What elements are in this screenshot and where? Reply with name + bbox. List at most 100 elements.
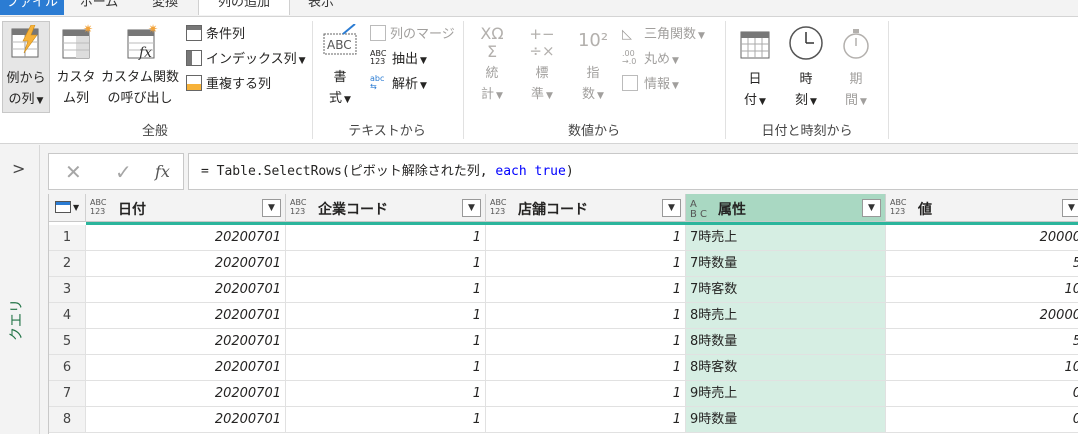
- ribbon-separator: [888, 21, 889, 139]
- table-menu-button[interactable]: ▼: [49, 194, 86, 222]
- column-header-company-code[interactable]: ABC 123 企業コード ▼: [286, 194, 486, 222]
- cell-value[interactable]: 5: [886, 251, 1078, 277]
- queries-panel-label[interactable]: クエリ: [6, 299, 26, 341]
- confirm-icon[interactable]: ✓: [115, 160, 132, 184]
- cell-attribute[interactable]: 9時売上: [686, 381, 886, 407]
- cell-value[interactable]: 20000: [886, 225, 1078, 251]
- chevron-down-icon: ▼: [672, 81, 679, 91]
- cell-date[interactable]: 20200701: [86, 251, 286, 277]
- row-index[interactable]: 2: [49, 251, 86, 277]
- cell-value[interactable]: 0: [886, 407, 1078, 433]
- svg-text:✷: ✷: [148, 24, 158, 36]
- tab-add-column[interactable]: 列の追加: [198, 0, 290, 15]
- cell-value[interactable]: 10: [886, 277, 1078, 303]
- chevron-down-icon: ▼: [420, 56, 427, 66]
- row-index[interactable]: 4: [49, 303, 86, 329]
- custom-column-button[interactable]: ✷ カスタ ム列: [54, 21, 98, 113]
- column-header-attribute[interactable]: AB C 属性 ▼: [686, 194, 886, 222]
- cell-value[interactable]: 5: [886, 329, 1078, 355]
- trigonometry-button[interactable]: ◺ 三角関数 ▼: [622, 25, 705, 46]
- cell-date[interactable]: 20200701: [86, 329, 286, 355]
- cell-date[interactable]: 20200701: [86, 381, 286, 407]
- column-header-date[interactable]: ABC 123 日付 ▼: [86, 194, 286, 222]
- statistics-button[interactable]: XΩ Σ 統 計 ▼: [470, 21, 514, 113]
- duplicate-column-button[interactable]: 重複する列: [186, 75, 271, 95]
- cell-company-code[interactable]: 1: [286, 329, 486, 355]
- row-index[interactable]: 1: [49, 225, 86, 251]
- cell-store-code[interactable]: 1: [486, 355, 686, 381]
- column-filter-dropdown-icon[interactable]: ▼: [462, 199, 481, 217]
- column-filter-dropdown-icon[interactable]: ▼: [662, 199, 681, 217]
- column-from-examples-button[interactable]: 例から の列 ▼: [2, 21, 50, 113]
- insert-function-icon[interactable]: fx: [155, 162, 170, 181]
- standard-button[interactable]: +− ÷× 標 準 ▼: [518, 21, 566, 113]
- cell-company-code[interactable]: 1: [286, 303, 486, 329]
- cell-store-code[interactable]: 1: [486, 407, 686, 433]
- column-header-value[interactable]: ABC 123 値 ▼: [886, 194, 1078, 222]
- index-column-button[interactable]: インデックス列 ▼: [186, 50, 306, 71]
- tab-transform[interactable]: 変換: [140, 0, 190, 15]
- time-button[interactable]: 時 刻 ▼: [782, 21, 830, 113]
- chevron-down-icon: ▼: [759, 97, 766, 107]
- row-index[interactable]: 5: [49, 329, 86, 355]
- any-type-icon: ABC 123: [290, 198, 307, 216]
- tab-file[interactable]: ファイル: [0, 0, 64, 15]
- cell-date[interactable]: 20200701: [86, 277, 286, 303]
- duplicate-column-icon: [186, 75, 202, 91]
- cell-value[interactable]: 10: [886, 355, 1078, 381]
- extract-button[interactable]: ABC 123 抽出 ▼: [370, 50, 427, 71]
- merge-columns-button[interactable]: 列のマージ: [370, 25, 455, 45]
- cell-attribute[interactable]: 7時客数: [686, 277, 886, 303]
- cell-attribute[interactable]: 8時数量: [686, 329, 886, 355]
- cell-date[interactable]: 20200701: [86, 225, 286, 251]
- date-button[interactable]: 日 付 ▼: [732, 21, 778, 113]
- row-index[interactable]: 7: [49, 381, 86, 407]
- information-button[interactable]: 情報 ▼: [622, 75, 679, 96]
- cell-attribute[interactable]: 9時数量: [686, 407, 886, 433]
- cell-company-code[interactable]: 1: [286, 277, 486, 303]
- row-index[interactable]: 6: [49, 355, 86, 381]
- row-index[interactable]: 3: [49, 277, 86, 303]
- tab-home[interactable]: ホーム: [74, 0, 124, 15]
- cell-company-code[interactable]: 1: [286, 407, 486, 433]
- cell-store-code[interactable]: 1: [486, 381, 686, 407]
- invoke-custom-function-label-1: カスタム関数: [100, 70, 179, 85]
- cell-company-code[interactable]: 1: [286, 381, 486, 407]
- column-filter-dropdown-icon[interactable]: ▼: [262, 199, 281, 217]
- cell-company-code[interactable]: 1: [286, 251, 486, 277]
- cell-store-code[interactable]: 1: [486, 303, 686, 329]
- expand-chevron-icon[interactable]: >: [12, 159, 25, 178]
- cell-value[interactable]: 20000: [886, 303, 1078, 329]
- cell-company-code[interactable]: 1: [286, 225, 486, 251]
- column-header-store-code[interactable]: ABC 123 店舗コード ▼: [486, 194, 686, 222]
- parse-button[interactable]: abc ⇆ 解析 ▼: [370, 75, 427, 96]
- duration-button[interactable]: 期 間 ▼: [834, 21, 878, 113]
- cell-value[interactable]: 0: [886, 381, 1078, 407]
- cell-date[interactable]: 20200701: [86, 355, 286, 381]
- cell-store-code[interactable]: 1: [486, 277, 686, 303]
- cell-attribute[interactable]: 7時売上: [686, 225, 886, 251]
- conditional-column-button[interactable]: 条件列: [186, 25, 245, 45]
- cell-store-code[interactable]: 1: [486, 225, 686, 251]
- cancel-icon[interactable]: ✕: [65, 160, 82, 184]
- formula-input[interactable]: = Table.SelectRows(ピボット解除された列, each true…: [188, 153, 1078, 190]
- cell-store-code[interactable]: 1: [486, 251, 686, 277]
- column-from-examples-label-1: 例から: [6, 71, 46, 86]
- invoke-custom-function-button[interactable]: fx ✷ カスタム関数 の呼び出し: [100, 21, 180, 113]
- cell-store-code[interactable]: 1: [486, 329, 686, 355]
- row-index[interactable]: 8: [49, 407, 86, 433]
- tab-view[interactable]: 表示: [296, 0, 346, 15]
- column-filter-dropdown-icon[interactable]: ▼: [1062, 199, 1078, 217]
- cell-attribute[interactable]: 7時数量: [686, 251, 886, 277]
- column-from-examples-label-2: の列: [8, 92, 35, 107]
- cell-company-code[interactable]: 1: [286, 355, 486, 381]
- format-button[interactable]: ABC 書 式 ▼: [318, 21, 362, 113]
- rounding-button[interactable]: .00 →.0 丸め ▼: [622, 50, 679, 71]
- cell-date[interactable]: 20200701: [86, 407, 286, 433]
- ribbon-separator: [725, 21, 726, 139]
- column-filter-dropdown-icon[interactable]: ▼: [862, 199, 881, 217]
- cell-attribute[interactable]: 8時売上: [686, 303, 886, 329]
- cell-attribute[interactable]: 8時客数: [686, 355, 886, 381]
- scientific-button[interactable]: 10² 指 数 ▼: [570, 21, 616, 113]
- cell-date[interactable]: 20200701: [86, 303, 286, 329]
